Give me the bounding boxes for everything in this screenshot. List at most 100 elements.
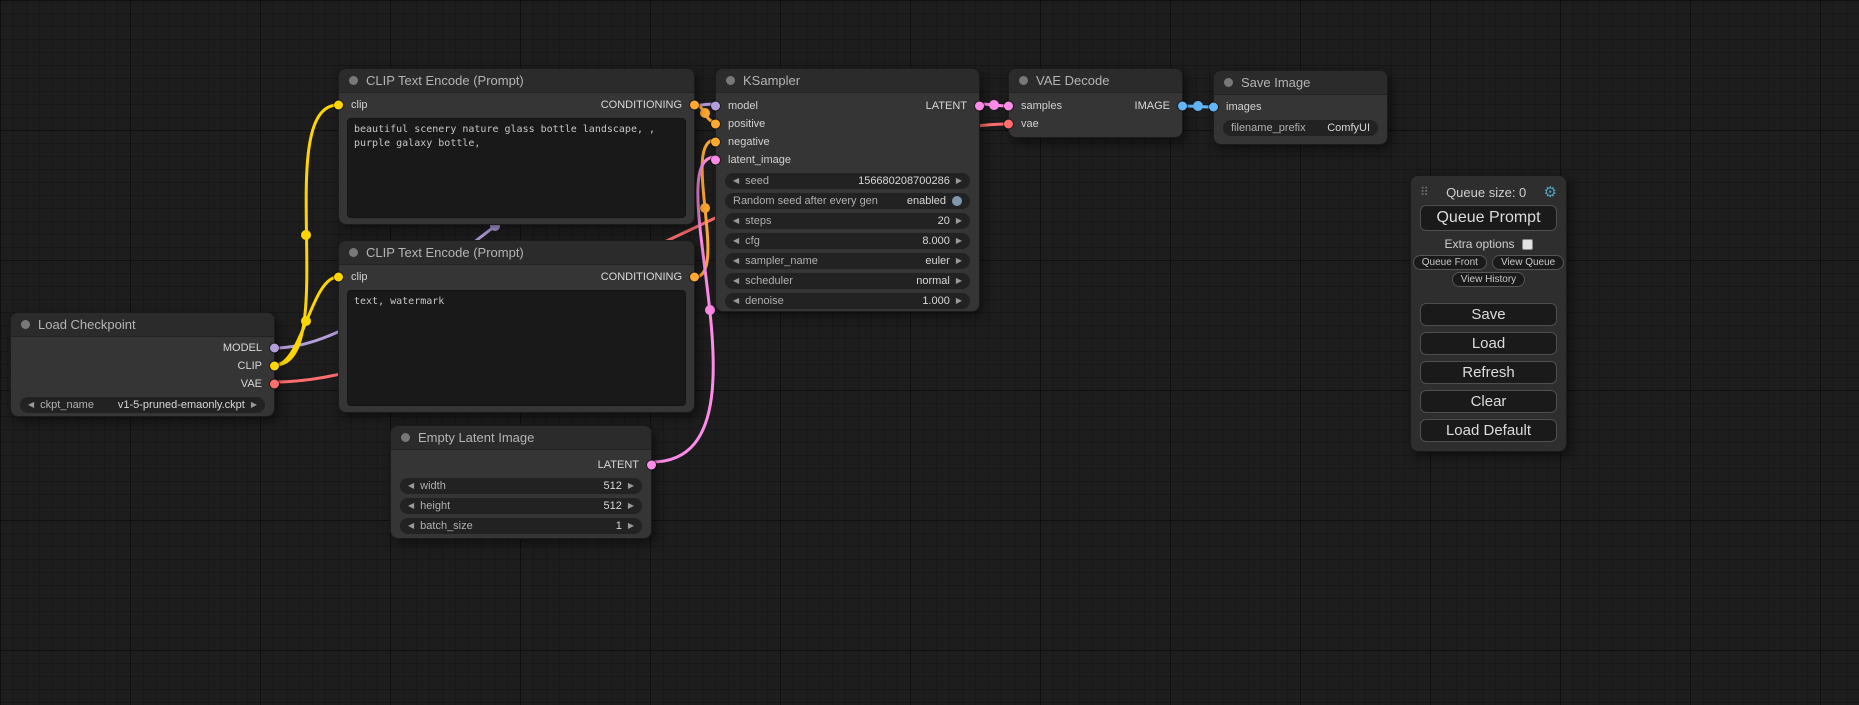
wire-midpoint-dot <box>1193 101 1203 111</box>
increment-arrow-icon[interactable]: ▶ <box>956 277 962 285</box>
node-collapse-dot[interactable] <box>1019 76 1028 85</box>
widget-sampler-name[interactable]: ◀ sampler_name euler ▶ <box>725 253 970 269</box>
node-collapse-dot[interactable] <box>401 433 410 442</box>
node-title-bar[interactable]: KSampler <box>716 69 979 93</box>
increment-arrow-icon[interactable]: ▶ <box>251 401 257 409</box>
output-label-image: IMAGE <box>1135 100 1170 112</box>
settings-gear-icon[interactable]: ⚙ <box>1544 183 1557 201</box>
decrement-arrow-icon[interactable]: ◀ <box>408 522 414 530</box>
node-vae-decode[interactable]: VAE Decode samples IMAGE vae <box>1008 68 1183 138</box>
increment-arrow-icon[interactable]: ▶ <box>628 482 634 490</box>
node-title: Empty Latent Image <box>418 430 534 445</box>
load-default-button[interactable]: Load Default <box>1420 419 1557 442</box>
latent-output-port[interactable] <box>647 461 656 470</box>
increment-arrow-icon[interactable]: ▶ <box>628 522 634 530</box>
refresh-button[interactable]: Refresh <box>1420 361 1557 384</box>
clear-button[interactable]: Clear <box>1420 390 1557 413</box>
node-collapse-dot[interactable] <box>349 248 358 257</box>
queue-front-button[interactable]: Queue Front <box>1413 255 1487 270</box>
output-label-conditioning: CONDITIONING <box>601 99 682 111</box>
model-input-port[interactable] <box>711 102 720 111</box>
extra-options-checkbox[interactable] <box>1522 239 1533 250</box>
output-slot-vae: VAE <box>11 375 274 393</box>
wire-checkpoint-clip-to-positive-prompt <box>275 105 338 365</box>
node-collapse-dot[interactable] <box>349 76 358 85</box>
images-input-port[interactable] <box>1209 103 1218 112</box>
vae-output-port[interactable] <box>270 380 279 389</box>
slot-row: clip CONDITIONING <box>339 96 694 114</box>
increment-arrow-icon[interactable]: ▶ <box>956 237 962 245</box>
decrement-arrow-icon[interactable]: ◀ <box>733 217 739 225</box>
widget-random-seed-toggle[interactable]: Random seed after every gen enabled <box>725 193 970 209</box>
queue-prompt-button[interactable]: Queue Prompt <box>1420 205 1557 231</box>
toggle-indicator[interactable] <box>952 196 962 206</box>
node-clip-text-encode-negative[interactable]: CLIP Text Encode (Prompt) clip CONDITION… <box>338 240 695 413</box>
negative-prompt-textarea[interactable]: text, watermark <box>347 290 686 406</box>
decrement-arrow-icon[interactable]: ◀ <box>408 502 414 510</box>
decrement-arrow-icon[interactable]: ◀ <box>733 257 739 265</box>
widget-batch-size[interactable]: ◀ batch_size 1 ▶ <box>400 518 642 534</box>
output-slot-latent: LATENT <box>391 456 651 474</box>
node-empty-latent-image[interactable]: Empty Latent Image LATENT ◀ width 512 ▶ … <box>390 425 652 539</box>
node-collapse-dot[interactable] <box>21 320 30 329</box>
positive-input-port[interactable] <box>711 120 720 129</box>
decrement-arrow-icon[interactable]: ◀ <box>733 177 739 185</box>
negative-input-port[interactable] <box>711 138 720 147</box>
image-output-port[interactable] <box>1178 102 1187 111</box>
samples-input-port[interactable] <box>1004 102 1013 111</box>
increment-arrow-icon[interactable]: ▶ <box>956 257 962 265</box>
node-clip-text-encode-positive[interactable]: CLIP Text Encode (Prompt) clip CONDITION… <box>338 68 695 225</box>
decrement-arrow-icon[interactable]: ◀ <box>28 401 34 409</box>
widget-denoise[interactable]: ◀ denoise 1.000 ▶ <box>725 293 970 309</box>
widget-steps[interactable]: ◀ steps 20 ▶ <box>725 213 970 229</box>
output-label-conditioning: CONDITIONING <box>601 271 682 283</box>
widget-seed[interactable]: ◀ seed 156680208700286 ▶ <box>725 173 970 189</box>
node-title-bar[interactable]: CLIP Text Encode (Prompt) <box>339 69 694 93</box>
view-history-button[interactable]: View History <box>1452 272 1525 287</box>
clip-input-port[interactable] <box>334 101 343 110</box>
node-save-image[interactable]: Save Image images filename_prefix ComfyU… <box>1213 70 1388 145</box>
widget-cfg[interactable]: ◀ cfg 8.000 ▶ <box>725 233 970 249</box>
node-title-bar[interactable]: Empty Latent Image <box>391 426 651 450</box>
conditioning-output-port[interactable] <box>690 101 699 110</box>
latent-image-input-port[interactable] <box>711 156 720 165</box>
vae-input-port[interactable] <box>1004 120 1013 129</box>
widget-height[interactable]: ◀ height 512 ▶ <box>400 498 642 514</box>
decrement-arrow-icon[interactable]: ◀ <box>733 297 739 305</box>
widget-filename-prefix[interactable]: filename_prefix ComfyUI <box>1223 120 1378 136</box>
node-title-bar[interactable]: Save Image <box>1214 71 1387 95</box>
node-ksampler[interactable]: KSampler model LATENT positive negative … <box>715 68 980 312</box>
decrement-arrow-icon[interactable]: ◀ <box>733 277 739 285</box>
node-collapse-dot[interactable] <box>726 76 735 85</box>
model-output-port[interactable] <box>270 344 279 353</box>
extra-options-label: Extra options <box>1444 237 1514 251</box>
conditioning-output-port[interactable] <box>690 273 699 282</box>
increment-arrow-icon[interactable]: ▶ <box>956 177 962 185</box>
latent-output-port[interactable] <box>975 102 984 111</box>
node-title-bar[interactable]: VAE Decode <box>1009 69 1182 93</box>
drag-handle-icon[interactable]: ⠿ <box>1420 185 1429 199</box>
save-button[interactable]: Save <box>1420 303 1557 326</box>
increment-arrow-icon[interactable]: ▶ <box>628 502 634 510</box>
positive-prompt-textarea[interactable]: beautiful scenery nature glass bottle la… <box>347 118 686 218</box>
node-load-checkpoint[interactable]: Load Checkpoint MODEL CLIP VAE ◀ ckpt_na… <box>10 312 275 417</box>
decrement-arrow-icon[interactable]: ◀ <box>733 237 739 245</box>
widget-ckpt-name[interactable]: ◀ ckpt_name v1-5-pruned-emaonly.ckpt ▶ <box>20 397 265 413</box>
queue-menu-panel[interactable]: ⠿ Queue size: 0 ⚙ Queue Prompt Extra opt… <box>1410 175 1567 452</box>
node-title: Load Checkpoint <box>38 317 136 332</box>
increment-arrow-icon[interactable]: ▶ <box>956 217 962 225</box>
increment-arrow-icon[interactable]: ▶ <box>956 297 962 305</box>
widget-width[interactable]: ◀ width 512 ▶ <box>400 478 642 494</box>
input-label-samples: samples <box>1021 100 1062 112</box>
node-title-bar[interactable]: CLIP Text Encode (Prompt) <box>339 241 694 265</box>
slot-row: clip CONDITIONING <box>339 268 694 286</box>
decrement-arrow-icon[interactable]: ◀ <box>408 482 414 490</box>
clip-output-port[interactable] <box>270 362 279 371</box>
node-title-bar[interactable]: Load Checkpoint <box>11 313 274 337</box>
clip-input-port[interactable] <box>334 273 343 282</box>
load-button[interactable]: Load <box>1420 332 1557 355</box>
view-queue-button[interactable]: View Queue <box>1492 255 1564 270</box>
node-graph-canvas[interactable]: Load Checkpoint MODEL CLIP VAE ◀ ckpt_na… <box>0 0 1859 705</box>
node-collapse-dot[interactable] <box>1224 78 1233 87</box>
widget-scheduler[interactable]: ◀ scheduler normal ▶ <box>725 273 970 289</box>
